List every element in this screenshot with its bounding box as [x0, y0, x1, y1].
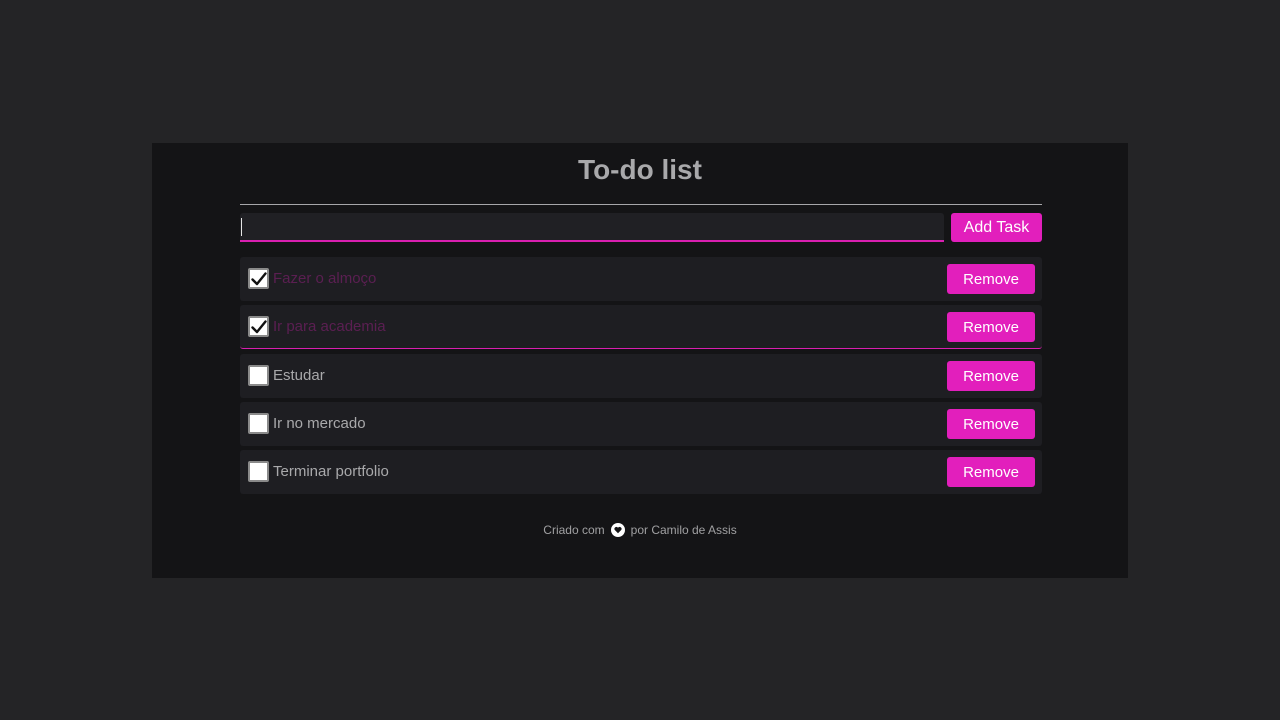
remove-button[interactable]: Remove: [947, 264, 1035, 294]
task-row: Ir no mercado Remove: [240, 402, 1042, 446]
remove-button[interactable]: Remove: [947, 312, 1035, 342]
task-checkbox[interactable]: [248, 413, 269, 434]
checkmark-icon: [251, 272, 267, 286]
task-checkbox[interactable]: [248, 268, 269, 289]
task-row: Estudar Remove: [240, 354, 1042, 398]
task-row: Ir para academia Remove: [240, 305, 1042, 349]
title-divider: [240, 204, 1042, 205]
task-label: Terminar portfolio: [273, 463, 389, 480]
task-label: Ir para academia: [273, 318, 386, 335]
footer-author: por Camilo de Assis: [630, 523, 737, 537]
checkmark-icon: [251, 320, 267, 334]
task-label: Fazer o almoço: [273, 270, 377, 287]
task-input[interactable]: [240, 213, 944, 242]
task-checkbox[interactable]: [248, 461, 269, 482]
footer: Criado com por Camilo de Assis: [0, 522, 1280, 538]
page-title: To-do list: [578, 154, 702, 185]
remove-button[interactable]: Remove: [947, 409, 1035, 439]
remove-button[interactable]: Remove: [947, 457, 1035, 487]
footer-prefix: Criado com: [543, 523, 605, 537]
task-checkbox[interactable]: [248, 316, 269, 337]
task-label: Estudar: [273, 367, 325, 384]
task-label: Ir no mercado: [273, 415, 366, 432]
task-checkbox[interactable]: [248, 365, 269, 386]
text-caret: [241, 218, 242, 236]
task-row: Fazer o almoço Remove: [240, 257, 1042, 301]
task-row: Terminar portfolio Remove: [240, 450, 1042, 494]
add-task-button[interactable]: Add Task: [951, 213, 1042, 242]
heart-icon: [610, 523, 625, 537]
remove-button[interactable]: Remove: [947, 361, 1035, 391]
